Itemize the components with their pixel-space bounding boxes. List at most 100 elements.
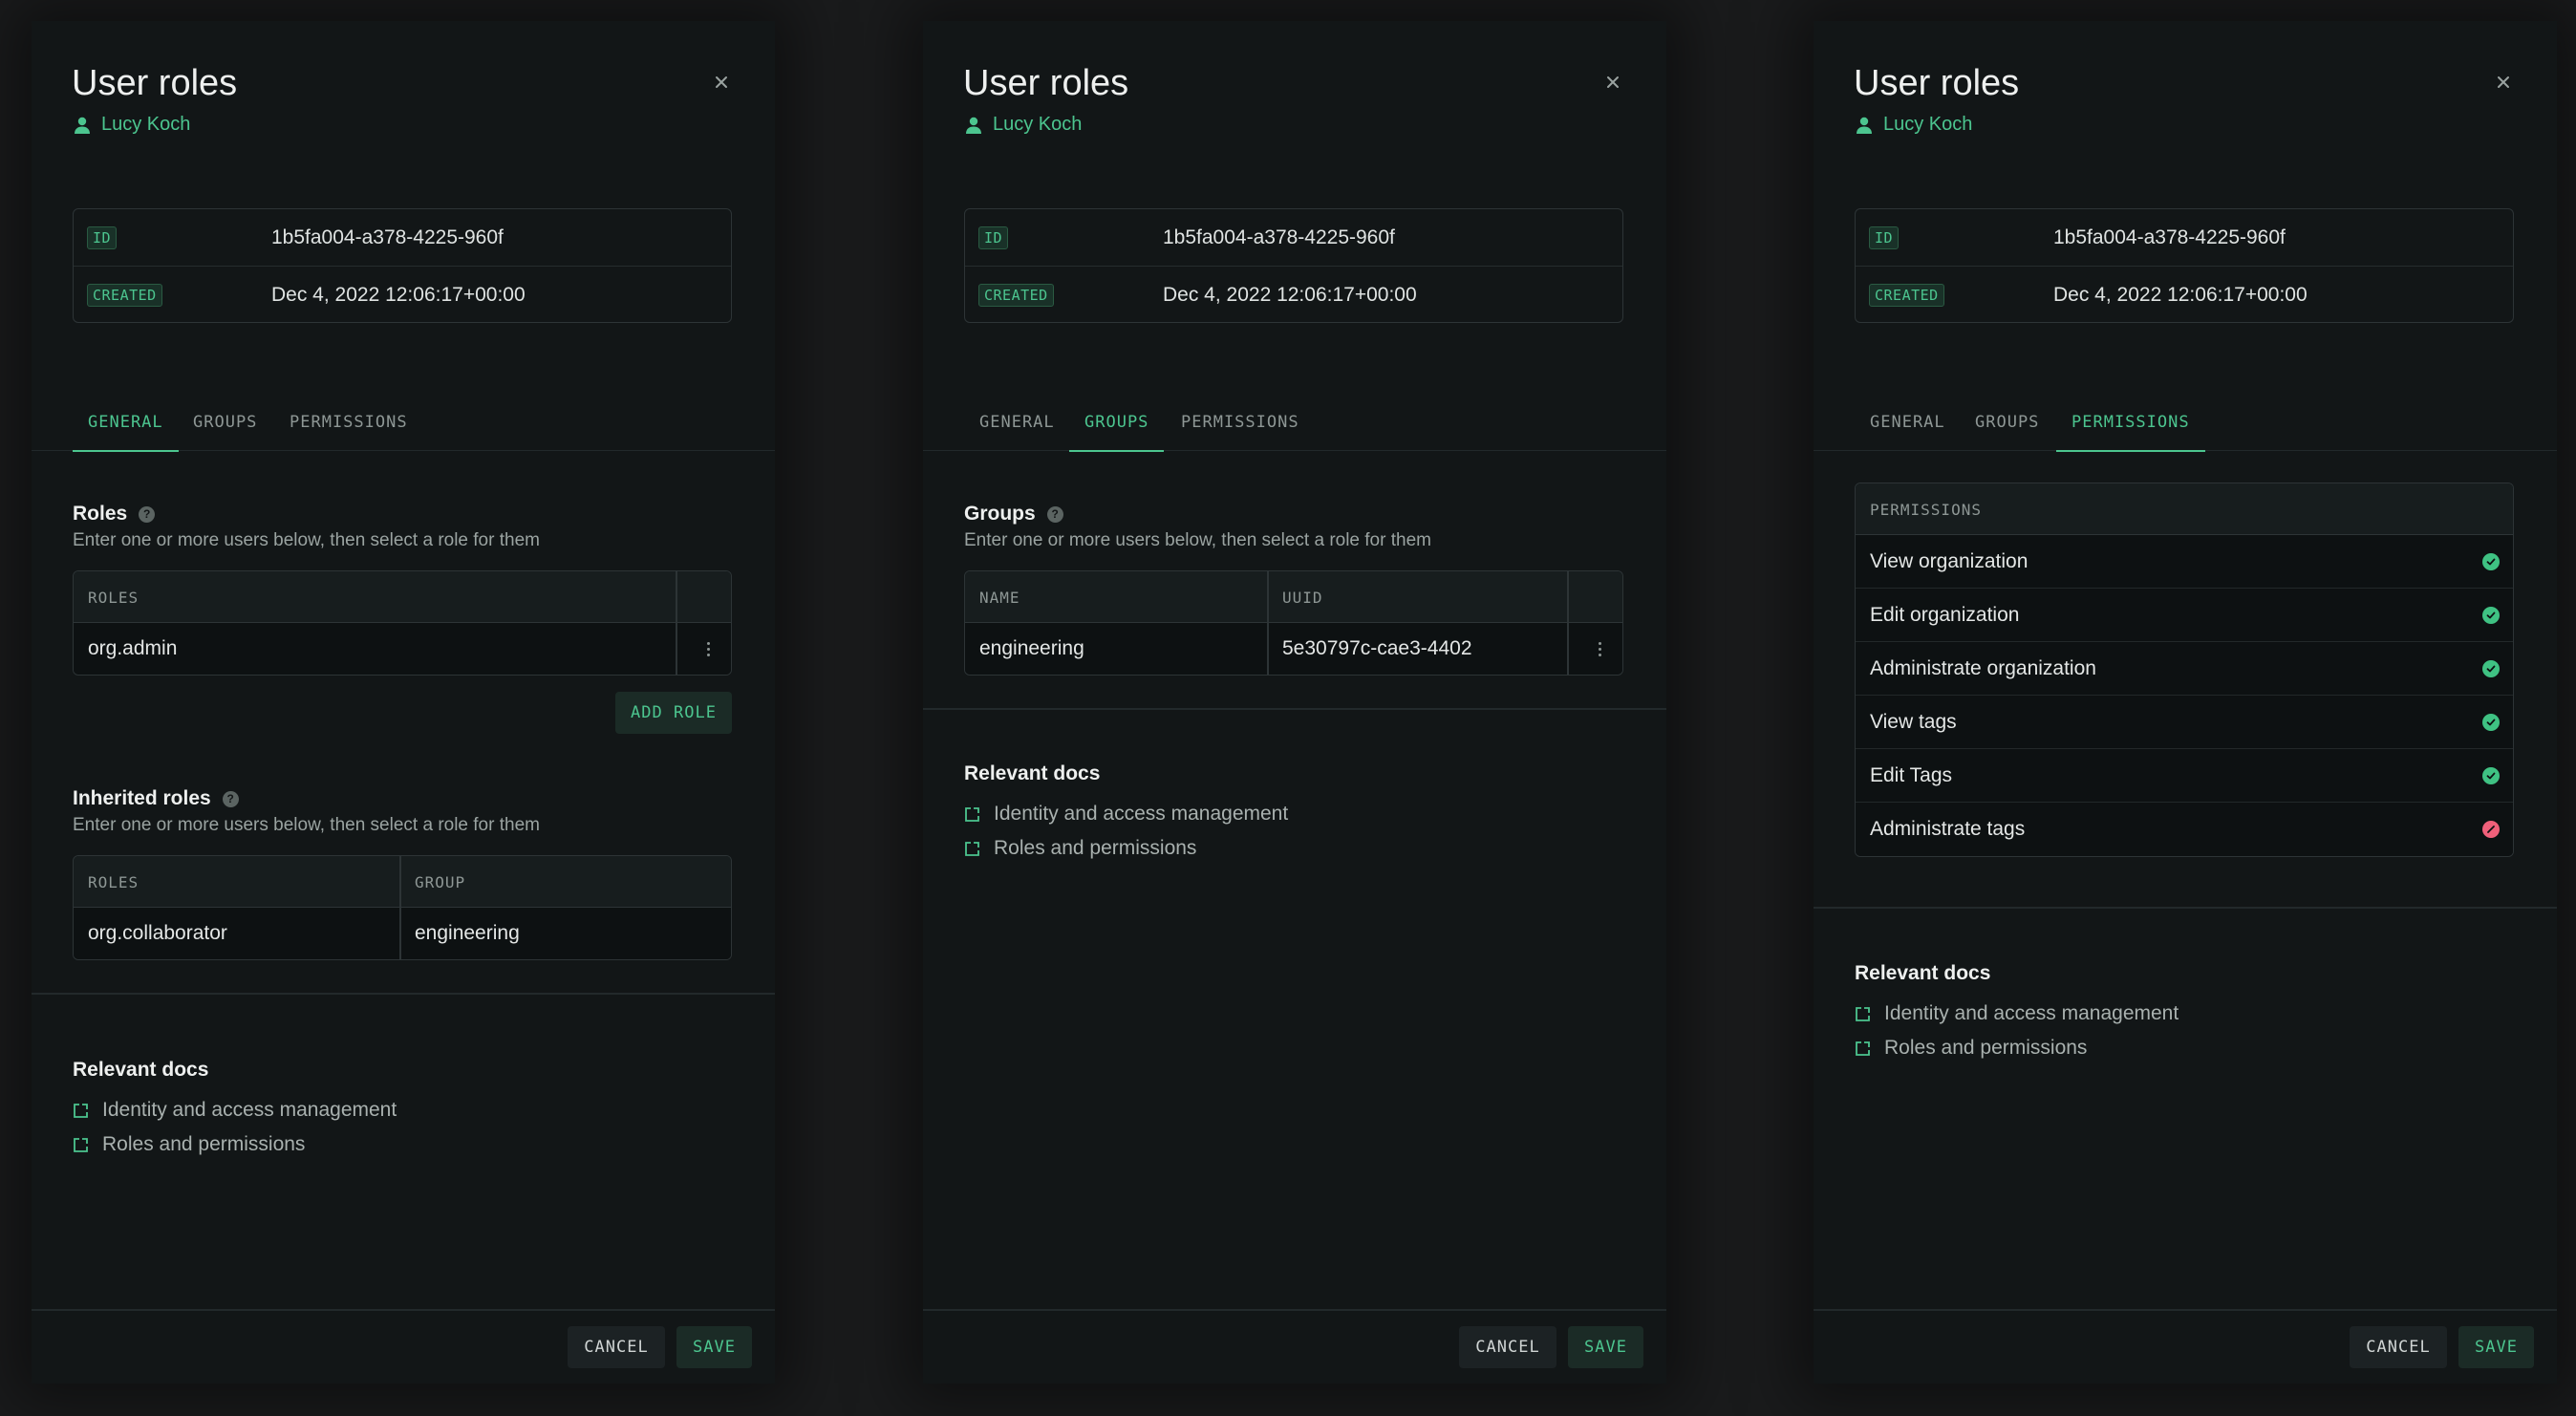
granted-check-icon [2482,607,2500,624]
created-value: Dec 4, 2022 12:06:17+00:00 [1163,284,1417,306]
footer-divider [32,1309,775,1311]
tab-groups[interactable]: GROUPS [1068,413,1165,452]
save-button[interactable]: SAVE [676,1326,752,1368]
denied-icon [2482,821,2500,838]
user-roles-panel-permissions: User roles Lucy Koch ID 1b5fa004-a378-42… [1814,21,2557,1384]
permission-label: Edit Tags [1870,764,1952,786]
group-uuid-cell: 5e30797c-cae3-4402 [1282,637,1472,659]
external-link-icon [1856,1006,1870,1021]
cancel-button[interactable]: CANCEL [1459,1326,1556,1368]
docs-title: Relevant docs [73,1059,209,1081]
granted-check-icon [2482,660,2500,677]
meta-row-created: CREATED Dec 4, 2022 12:06:17+00:00 [965,267,1622,324]
doc-link-label: Identity and access management [102,1099,397,1121]
id-value: 1b5fa004-a378-4225-960f [1163,225,1395,248]
meta-table: ID 1b5fa004-a378-4225-960f CREATED Dec 4… [1855,208,2514,323]
help-icon[interactable]: ? [1046,505,1063,523]
column-divider [399,856,401,907]
table-header: PERMISSIONS [1856,483,2513,535]
permission-label: View organization [1870,550,2029,572]
permission-row: Administrate organization [1856,642,2513,696]
column-divider [399,908,401,959]
save-button[interactable]: SAVE [1568,1326,1643,1368]
tab-general[interactable]: GENERAL [979,413,1055,451]
footer-divider [1814,1309,2557,1311]
close-icon[interactable] [1601,71,1624,94]
created-badge: CREATED [1869,284,1944,307]
doc-link-label: Identity and access management [994,803,1289,825]
id-badge: ID [87,225,118,249]
external-link-icon [1856,1041,1870,1056]
groups-title: Groups [964,503,1036,525]
permission-row: Edit Tags [1856,749,2513,803]
permissions-rows: View organization Edit organization Admini… [1856,535,2513,856]
tab-permissions[interactable]: PERMISSIONS [2056,413,2205,452]
row-menu-icon[interactable] [1590,638,1609,659]
doc-link-iam[interactable]: Identity and access management [1855,1002,2179,1025]
meta-row-created: CREATED Dec 4, 2022 12:06:17+00:00 [1856,267,2513,324]
table-header: NAME UUID [965,571,1622,623]
tab-general[interactable]: GENERAL [1870,413,1945,451]
tab-groups[interactable]: GROUPS [193,413,257,451]
meta-row-id: ID 1b5fa004-a378-4225-960f [1856,209,2513,267]
created-value: Dec 4, 2022 12:06:17+00:00 [271,284,526,306]
user-name: Lucy Koch [1883,114,1973,135]
doc-link-roles[interactable]: Roles and permissions [1855,1037,2087,1060]
column-divider [676,623,677,675]
save-button[interactable]: SAVE [2458,1326,2534,1368]
table-header: ROLES [74,571,731,623]
column-divider [1567,623,1569,675]
help-icon[interactable]: ? [222,790,239,807]
tab-groups[interactable]: GROUPS [1975,413,2039,451]
footer-divider [923,1309,1666,1311]
permission-row: View tags [1856,696,2513,749]
id-badge: ID [978,225,1009,249]
roles-heading: Roles ? [73,503,156,526]
user-icon [1857,117,1872,134]
user-link[interactable]: Lucy Koch [73,114,190,136]
row-menu-icon[interactable] [698,638,718,659]
column-header-uuid: UUID [1282,589,1323,607]
help-icon[interactable]: ? [139,505,156,523]
permission-label: Administrate organization [1870,657,2096,679]
table-row: engineering 5e30797c-cae3-4402 [965,623,1622,675]
user-link[interactable]: Lucy Koch [964,114,1082,136]
permission-label: Administrate tags [1870,818,2026,840]
column-header-roles: ROLES [88,589,140,607]
roles-title: Roles [73,503,128,525]
cancel-button[interactable]: CANCEL [2350,1326,2447,1368]
column-divider [676,571,677,622]
tab-bar: GENERAL GROUPS PERMISSIONS [1814,384,2557,452]
close-icon[interactable] [710,71,733,94]
permission-row: Edit organization [1856,589,2513,642]
doc-link-iam[interactable]: Identity and access management [73,1099,397,1122]
docs-title: Relevant docs [1855,962,1991,984]
tab-general[interactable]: GENERAL [73,413,179,452]
tab-permissions[interactable]: PERMISSIONS [290,413,408,451]
user-link[interactable]: Lucy Koch [1855,114,1972,136]
doc-link-roles[interactable]: Roles and permissions [73,1133,305,1156]
user-name: Lucy Koch [993,114,1083,135]
add-role-button[interactable]: ADD ROLE [615,692,732,734]
external-link-icon [965,806,979,822]
id-value: 1b5fa004-a378-4225-960f [271,225,504,248]
tab-permissions[interactable]: PERMISSIONS [1181,413,1299,451]
panel-title: User roles [72,63,238,103]
panel-title: User roles [963,63,1129,103]
cancel-button[interactable]: CANCEL [568,1326,665,1368]
table-header: ROLES GROUP [74,856,731,908]
column-divider [1567,571,1569,622]
close-icon[interactable] [2492,71,2515,94]
section-divider [923,708,1666,710]
column-divider [1267,623,1269,675]
section-divider [32,993,775,995]
tab-bar: GENERAL GROUPS PERMISSIONS [32,384,775,452]
doc-link-roles[interactable]: Roles and permissions [964,837,1196,860]
doc-link-label: Identity and access management [1884,1002,2179,1024]
meta-row-id: ID 1b5fa004-a378-4225-960f [74,209,731,267]
permission-row: Administrate tags [1856,803,2513,856]
table-row: org.admin [74,623,731,675]
meta-table: ID 1b5fa004-a378-4225-960f CREATED Dec 4… [964,208,1623,323]
roles-subtitle: Enter one or more users below, then sele… [73,530,540,550]
doc-link-iam[interactable]: Identity and access management [964,803,1288,826]
